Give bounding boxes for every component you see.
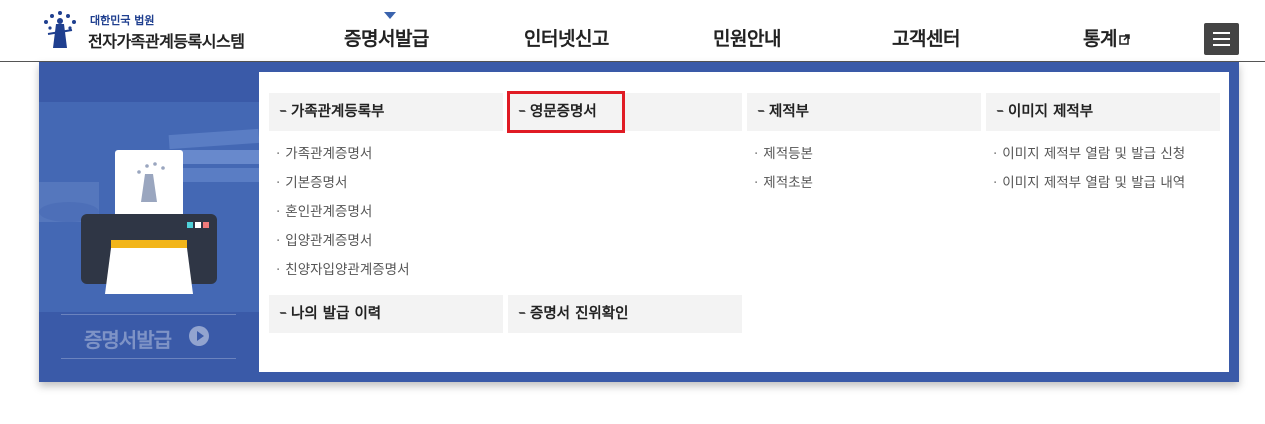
category-label: 제적부 [769, 104, 810, 120]
nav-customer-center[interactable]: 고객센터 [892, 24, 960, 51]
sub-item-basic[interactable]: 기본증명서 [276, 171, 347, 191]
nav-online-report[interactable]: 인터넷신고 [524, 24, 609, 51]
sub-item-jejeok-copy[interactable]: 제적등본 [754, 142, 813, 162]
bullet-tick-icon [516, 308, 526, 314]
logo-title: 전자가족관계등록시스템 [88, 32, 245, 51]
sub-item-jejeok-abstract[interactable]: 제적초본 [754, 171, 813, 191]
illustration-divider [61, 314, 236, 315]
sub-item-image-request[interactable]: 이미지 제적부 열람 및 발급 신청 [993, 142, 1185, 162]
category-label: 증명서 진위확인 [530, 306, 629, 322]
category-jejeok[interactable]: 제적부 [747, 93, 981, 131]
category-label: 가족관계등록부 [291, 104, 385, 120]
category-my-history[interactable]: 나의 발급 이력 [269, 295, 503, 333]
illustration-label[interactable]: 증명서발급 [84, 324, 172, 353]
hamburger-menu-button[interactable] [1204, 23, 1239, 55]
nav-statistics-label: 통계 [1083, 28, 1117, 50]
category-label: 이미지 제적부 [1008, 104, 1094, 120]
hamburger-icon [1213, 32, 1230, 34]
logo-subtitle: 대한민국 법원 [90, 14, 155, 27]
category-verify[interactable]: 증명서 진위확인 [508, 295, 742, 333]
sub-item-full-adoption[interactable]: 친양자입양관계증명서 [276, 258, 409, 278]
external-link-icon [1119, 34, 1130, 45]
nav-civil-guide[interactable]: 민원안내 [713, 24, 781, 51]
category-label: 나의 발급 이력 [291, 306, 382, 322]
category-family-register[interactable]: 가족관계등록부 [269, 93, 503, 131]
nav-certificate-issue[interactable]: 증명서발급 [344, 24, 429, 51]
hamburger-icon-line [1213, 38, 1230, 40]
court-emblem-icon [44, 11, 76, 48]
highlight-box [507, 91, 625, 133]
sub-item-adoption[interactable]: 입양관계증명서 [276, 229, 372, 249]
menu-content: 가족관계등록부 영문증명서 제적부 이미지 제적부 가족관계증명서 기본증명서 … [259, 72, 1229, 372]
active-nav-caret-icon [384, 12, 396, 19]
top-header: 대한민국 법원 전자가족관계등록시스템 증명서발급 인터넷신고 민원안내 고객센… [0, 0, 1265, 62]
nav-statistics[interactable]: 통계 [1083, 24, 1130, 51]
bullet-tick-icon [994, 106, 1004, 112]
site-logo[interactable]: 대한민국 법원 전자가족관계등록시스템 [38, 10, 268, 54]
printer-illustration [39, 102, 259, 312]
hamburger-icon-line [1213, 44, 1230, 46]
sub-item-image-history[interactable]: 이미지 제적부 열람 및 발급 내역 [993, 171, 1185, 191]
category-image-jejeok[interactable]: 이미지 제적부 [986, 93, 1220, 131]
bullet-tick-icon [277, 106, 287, 112]
illustration-divider [61, 358, 236, 359]
illustration-area: 증명서발급 [39, 62, 259, 382]
bullet-tick-icon [755, 106, 765, 112]
bullet-tick-icon [277, 308, 287, 314]
sub-item-family-relation[interactable]: 가족관계증명서 [276, 142, 372, 162]
certificate-mega-menu: 증명서발급 가족관계등록부 영문증명서 제적부 이미지 제적부 가족관계증명서 … [39, 62, 1239, 382]
sub-item-marriage[interactable]: 혼인관계증명서 [276, 200, 372, 220]
play-circle-icon[interactable] [189, 326, 209, 346]
